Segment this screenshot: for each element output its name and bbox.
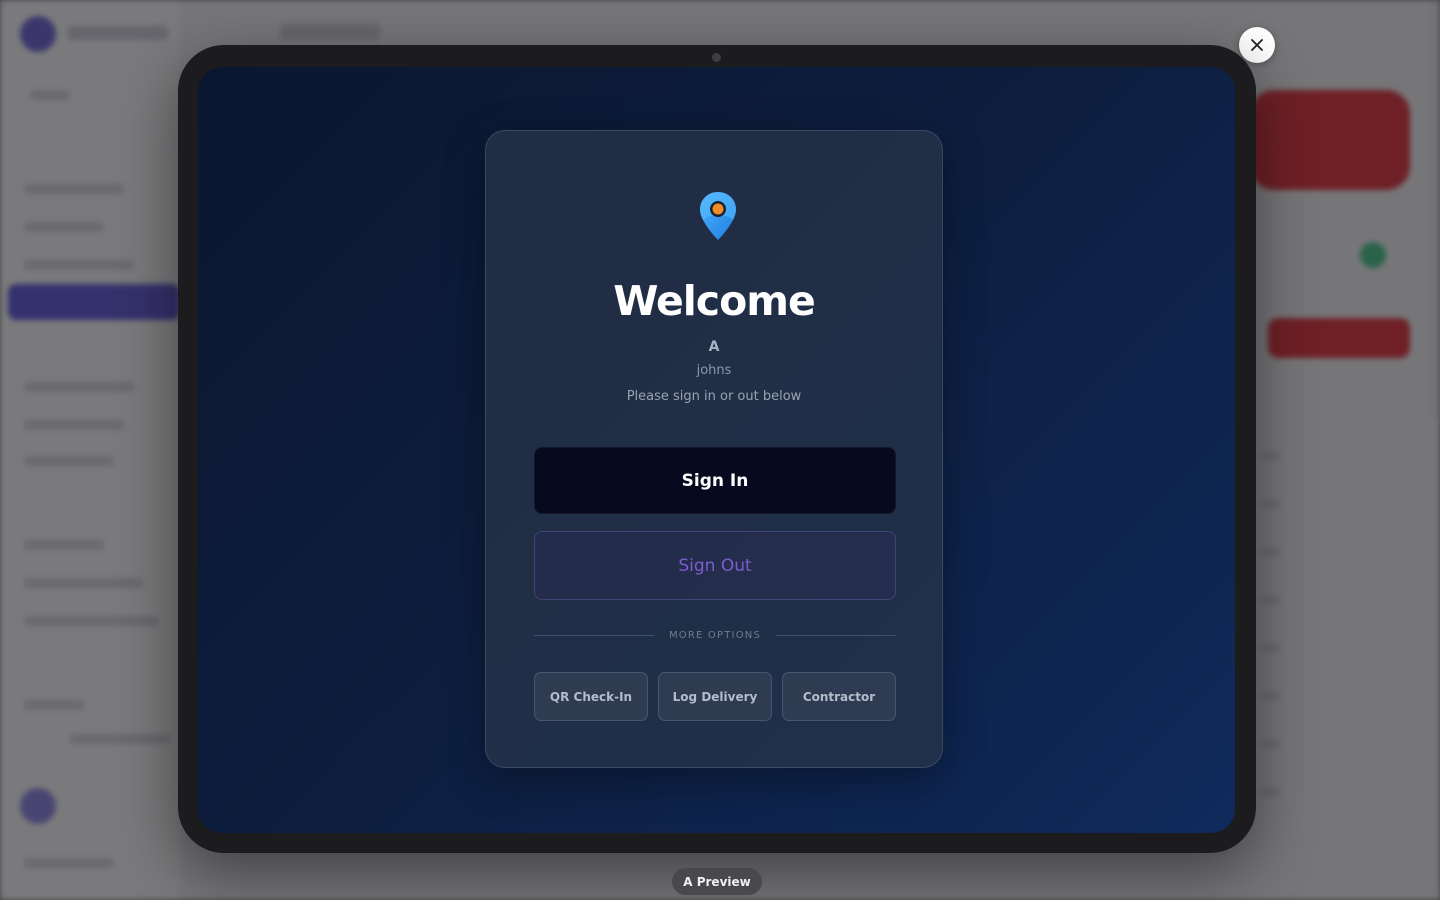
welcome-card: Welcome A johns Please sign in or out be…: [485, 130, 943, 768]
log-delivery-button[interactable]: Log Delivery: [658, 672, 772, 721]
visitor-initial: A: [708, 339, 720, 355]
tablet-camera: [712, 53, 721, 62]
preview-badge: A Preview: [672, 868, 762, 895]
divider-line-right: [776, 635, 896, 636]
visitor-username: johns: [696, 363, 732, 378]
close-preview-button[interactable]: [1239, 27, 1275, 63]
more-options-label: MORE OPTIONS: [668, 630, 761, 641]
sign-in-button[interactable]: Sign In: [534, 447, 896, 514]
tablet-device-frame: Welcome A johns Please sign in or out be…: [178, 45, 1256, 853]
qr-check-in-button[interactable]: QR Check-In: [534, 672, 648, 721]
map-pin-icon: [700, 192, 736, 240]
instruction-text: Please sign in or out below: [626, 389, 802, 404]
kiosk-screen: Welcome A johns Please sign in or out be…: [198, 67, 1235, 833]
close-icon: [1251, 39, 1263, 51]
more-options-divider: MORE OPTIONS: [534, 628, 896, 644]
sign-out-button[interactable]: Sign Out: [534, 531, 896, 600]
contractor-button[interactable]: Contractor: [782, 672, 896, 721]
welcome-title: Welcome: [613, 277, 816, 325]
